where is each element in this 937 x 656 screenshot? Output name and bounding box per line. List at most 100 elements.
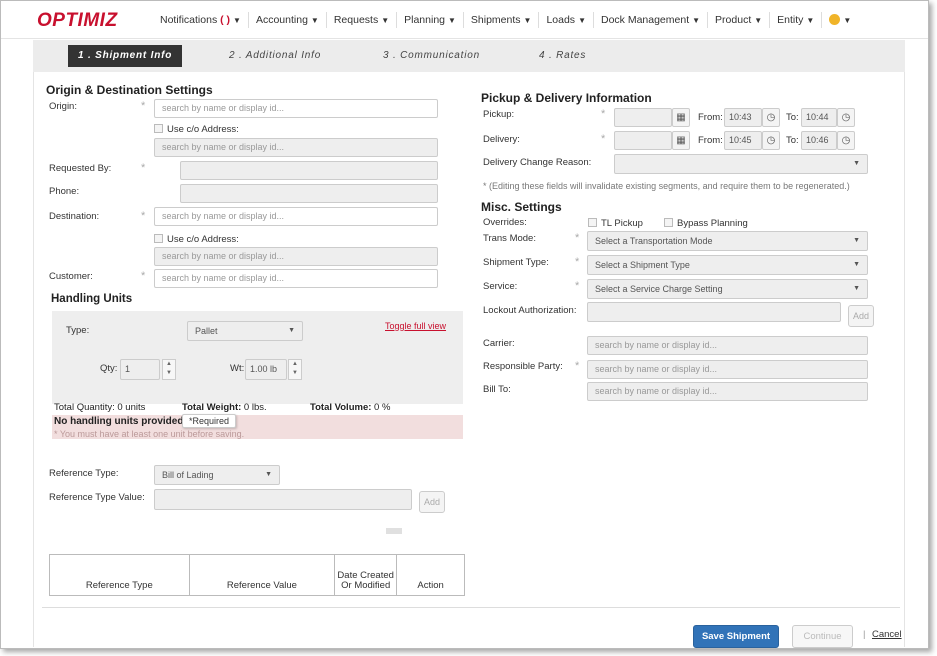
required-mark: * bbox=[141, 162, 146, 174]
bypass-planning-option[interactable]: Bypass Planning bbox=[664, 217, 748, 229]
clock-icon[interactable]: ◷ bbox=[762, 108, 780, 127]
reference-type-label: Reference Type: bbox=[49, 468, 119, 479]
overrides-label: Overrides: bbox=[483, 217, 527, 228]
destination-use-co-checkbox[interactable] bbox=[154, 233, 163, 243]
required-mark: * bbox=[575, 280, 580, 292]
required-mark: * bbox=[141, 270, 146, 282]
step-rates[interactable]: 4 . Rates bbox=[529, 45, 596, 67]
required-mark: * bbox=[575, 232, 580, 244]
origin-use-co[interactable]: Use c/o Address: bbox=[154, 123, 239, 135]
clock-icon[interactable]: ◷ bbox=[762, 131, 780, 150]
responsible-party-input[interactable]: search by name or display id... bbox=[587, 360, 868, 379]
service-label: Service: bbox=[483, 281, 518, 292]
add-lockout-button[interactable]: Add bbox=[848, 305, 874, 327]
total-volume: Total Volume: 0 % bbox=[310, 402, 391, 413]
tl-pickup-option[interactable]: TL Pickup bbox=[588, 217, 643, 229]
service-select[interactable]: Select a Service Charge Setting ▼ bbox=[587, 279, 868, 299]
delivery-to-input[interactable]: 10:46 bbox=[801, 131, 837, 150]
nav-accounting[interactable]: Accounting ▼ bbox=[249, 12, 327, 28]
toggle-full-view-link[interactable]: Toggle full view bbox=[385, 321, 446, 332]
bill-to-input[interactable]: search by name or display id... bbox=[587, 382, 868, 401]
destination-label: Destination: bbox=[49, 211, 100, 222]
save-shipment-button[interactable]: Save Shipment bbox=[693, 625, 779, 648]
clock-icon[interactable]: ◷ bbox=[837, 131, 855, 150]
nav-entity[interactable]: Entity ▼ bbox=[770, 12, 823, 28]
destination-input[interactable]: search by name or display id... bbox=[154, 207, 438, 226]
chevron-down-icon: ▼ bbox=[754, 16, 763, 25]
pickup-from-input[interactable]: 10:43 bbox=[724, 108, 762, 127]
destination-co-input[interactable]: search by name or display id... bbox=[154, 247, 438, 266]
required-mark: * bbox=[601, 108, 606, 120]
handling-unit-editor: Type: Pallet ▼ Toggle full view Qty: 1 ▲ ▼… bbox=[52, 311, 463, 404]
error-title: No handling units provided. bbox=[54, 416, 187, 427]
nav-menu: Notifications ( ) ▼ Accounting ▼ Requests ▼… bbox=[153, 1, 858, 39]
trans-mode-select[interactable]: Select a Transportation Mode ▼ bbox=[587, 231, 868, 251]
reference-value-input[interactable] bbox=[154, 489, 412, 510]
delivery-date-input[interactable] bbox=[614, 131, 672, 150]
step-communication[interactable]: 3 . Communication bbox=[373, 45, 490, 67]
reference-type-select[interactable]: Bill of Lading ▼ bbox=[154, 465, 280, 485]
nav-shipments[interactable]: Shipments ▼ bbox=[464, 12, 540, 28]
nav-loads[interactable]: Loads ▼ bbox=[539, 12, 594, 28]
chevron-down-icon: ▼ bbox=[843, 16, 852, 25]
clock-icon[interactable]: ◷ bbox=[837, 108, 855, 127]
app-logo[interactable]: OPTIMIZ bbox=[37, 10, 118, 32]
chevron-down-icon: ▼ bbox=[853, 160, 860, 167]
delivery-from-input[interactable]: 10:45 bbox=[724, 131, 762, 150]
bypass-planning-checkbox[interactable] bbox=[664, 217, 673, 227]
col-date-created[interactable]: Date Created Or Modified bbox=[334, 554, 398, 596]
hu-weight-stepper[interactable]: ▲ ▼ bbox=[288, 359, 302, 380]
chevron-down-icon: ▼ bbox=[381, 16, 390, 25]
step-shipment-info[interactable]: 1 . Shipment Info bbox=[68, 45, 183, 67]
hu-qty-input[interactable]: 1 bbox=[120, 359, 160, 380]
pickup-to-input[interactable]: 10:44 bbox=[801, 108, 837, 127]
chevron-down-icon: ▼ bbox=[523, 16, 532, 25]
pickup-note: * (Editing these fields will invalidate … bbox=[483, 181, 850, 191]
nav-product[interactable]: Product ▼ bbox=[708, 12, 771, 28]
origin-input[interactable]: search by name or display id... bbox=[154, 99, 438, 118]
cancel-link[interactable]: Cancel bbox=[872, 629, 902, 640]
calendar-icon[interactable]: ▦ bbox=[672, 131, 690, 150]
scroll-indicator bbox=[386, 528, 402, 534]
lockout-input[interactable] bbox=[587, 302, 841, 322]
delivery-to-label: To: bbox=[786, 135, 799, 146]
col-reference-value[interactable]: Reference Value bbox=[188, 554, 336, 596]
step-additional-info[interactable]: 2 . Additional Info bbox=[219, 45, 331, 67]
hu-type-select[interactable]: Pallet ▼ bbox=[187, 321, 303, 341]
destination-use-co[interactable]: Use c/o Address: bbox=[154, 233, 239, 245]
hu-weight-input[interactable]: 1.00 lb bbox=[245, 359, 287, 380]
shipment-type-label: Shipment Type: bbox=[483, 257, 549, 268]
misc-settings-title: Misc. Settings bbox=[481, 200, 562, 214]
carrier-input[interactable]: search by name or display id... bbox=[587, 336, 868, 355]
shipment-type-select[interactable]: Select a Shipment Type ▼ bbox=[587, 255, 868, 275]
origin-co-input[interactable]: search by name or display id... bbox=[154, 138, 438, 157]
nav-requests[interactable]: Requests ▼ bbox=[327, 12, 398, 28]
pickup-from-label: From: bbox=[698, 112, 723, 123]
app-window: OPTIMIZ Notifications ( ) ▼ Accounting ▼ R… bbox=[0, 0, 929, 649]
add-reference-button[interactable]: Add bbox=[419, 491, 445, 513]
nav-user-menu[interactable]: ▼ bbox=[822, 12, 858, 28]
origin-use-co-checkbox[interactable] bbox=[154, 123, 163, 133]
chevron-down-icon: ▼ bbox=[265, 471, 272, 478]
required-mark: * bbox=[141, 100, 146, 112]
nav-planning[interactable]: Planning ▼ bbox=[397, 12, 464, 28]
chevron-down-icon: ▼ bbox=[310, 16, 319, 25]
error-note: * You must have at least one unit before… bbox=[54, 429, 245, 439]
required-mark: * bbox=[141, 210, 146, 222]
pickup-label: Pickup: bbox=[483, 109, 515, 120]
calendar-icon[interactable]: ▦ bbox=[672, 108, 690, 127]
requested-by-label: Requested By: bbox=[49, 163, 112, 174]
continue-button[interactable]: Continue bbox=[792, 625, 853, 648]
change-reason-select[interactable]: ▼ bbox=[614, 154, 868, 174]
col-reference-type[interactable]: Reference Type bbox=[49, 554, 190, 596]
phone-input[interactable] bbox=[180, 184, 438, 203]
customer-input[interactable]: search by name or display id... bbox=[154, 269, 438, 288]
total-weight: Total Weight: 0 lbs. bbox=[182, 402, 267, 413]
pickup-date-input[interactable] bbox=[614, 108, 672, 127]
nav-notifications[interactable]: Notifications ( ) ▼ bbox=[153, 12, 249, 28]
nav-dock-management[interactable]: Dock Management ▼ bbox=[594, 12, 709, 28]
tl-pickup-checkbox[interactable] bbox=[588, 217, 597, 227]
hu-qty-stepper[interactable]: ▲ ▼ bbox=[162, 359, 176, 380]
requested-by-input[interactable] bbox=[180, 161, 438, 180]
chevron-down-icon: ▼ bbox=[578, 16, 586, 25]
